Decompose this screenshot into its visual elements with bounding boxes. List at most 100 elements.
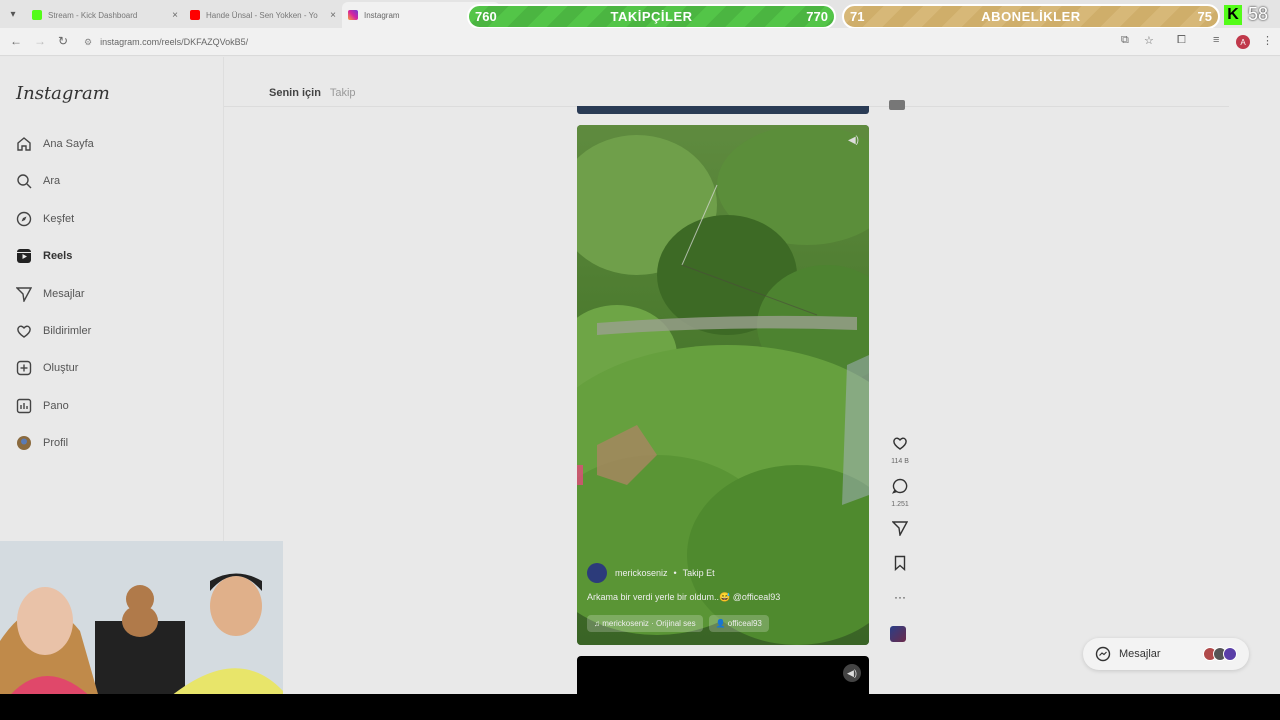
comment-icon [891,478,908,494]
previous-reel[interactable] [577,106,869,114]
sidebar-item-dashboard[interactable]: Pano [16,396,69,416]
reels-icon [16,248,32,264]
webcam-feed-image [0,541,283,701]
taskbar-strip [0,694,1280,720]
plus-icon [16,360,32,376]
followers-label: TAKİPÇİLER [610,9,693,24]
comment-button[interactable]: 1.251 [888,478,912,508]
tab-kick-dashboard[interactable]: Stream - Kick Dashboard × [26,2,184,28]
subscribers-label: ABONELİKLER [981,9,1081,24]
tab-youtube[interactable]: Hande Ünsal - Sen Yokken - Yo × [184,2,342,28]
screen: ▾ Stream - Kick Dashboard × Hande Ünsal … [0,0,1280,720]
site-info-icon[interactable]: ⚙ [84,37,92,48]
tab-title: Hande Ünsal - Sen Yokken - Yo [206,10,318,20]
url-field[interactable]: ⚙ instagram.com/reels/DKFAZQVokB5/ [84,33,1108,51]
sidebar-item-label: Pano [43,400,69,412]
reading-list-icon[interactable]: ≡ [1213,34,1219,46]
subscribers-goal-bar: 71 ABONELİKLER 75 [842,4,1220,29]
sidebar-item-messages[interactable]: Mesajlar [16,284,85,304]
sidebar-item-label: Ana Sayfa [43,138,94,150]
reel-meta: ♫ merickoseniz · Orijinal ses 👤 officeal… [587,615,769,632]
messages-button[interactable]: Mesajlar [1083,638,1249,670]
sidebar-item-label: Ara [43,175,61,187]
more-icon: ··· [894,590,906,604]
reel-video[interactable]: ◀︎) merickoseniz • Takip Et Arkama bir v… [577,125,869,645]
forward-icon[interactable]: → [34,34,46,48]
mute-icon[interactable]: ◀) [843,664,861,682]
youtube-favicon-icon [190,10,200,20]
followers-goal-bar: 760 TAKİPÇİLER 770 [467,4,836,29]
comment-count: 1.251 [891,501,909,508]
address-bar: ← → ↻ ⚙ instagram.com/reels/DKFAZQVokB5/… [0,28,1280,56]
sidebar-item-profile[interactable]: Profil [16,433,68,453]
tagged-user-pill[interactable]: 👤 officeal93 [708,615,769,632]
reel-caption: Arkama bir verdi yerle bir oldum..😅 @off… [587,592,781,602]
extensions-icon[interactable]: ⧠ [1177,34,1186,47]
sidebar-item-label: Profil [43,437,69,449]
audio-thumbnail-icon[interactable] [890,626,906,642]
sidebar-item-label: Keşfet [43,213,75,225]
send-icon [16,286,32,302]
sidebar-item-create[interactable]: Oluştur [16,358,78,378]
send-icon [891,521,909,538]
back-icon[interactable]: ← [10,34,22,48]
profile-avatar[interactable]: A [1236,35,1250,49]
home-icon [16,136,32,152]
next-reel[interactable]: ◀) [577,656,869,694]
separator-dot: • [673,568,677,578]
follow-button[interactable]: Takip Et [683,568,715,578]
tab-close-icon[interactable]: × [172,10,178,21]
tagged-user-label: officeal93 [727,619,762,628]
mute-icon[interactable]: ◀︎) [848,135,859,146]
messages-label: Mesajlar [1119,648,1161,660]
reload-icon[interactable]: ↻ [58,34,68,48]
bookmark-star-icon[interactable]: ☆ [1144,34,1154,47]
tab-close-icon[interactable]: × [330,10,336,21]
profile-icon [16,435,32,451]
dashboard-icon [16,398,32,414]
sidebar-item-search[interactable]: Ara [16,171,60,191]
share-button[interactable] [888,520,912,541]
sidebar-item-label: Oluştur [43,362,79,374]
reel-author: merickoseniz • Takip Et [587,563,715,583]
bookmark-icon [894,555,906,572]
audio-label: merickoseniz · Orijinal ses [602,619,696,628]
sidebar-item-label: Mesajlar [43,288,85,300]
menu-icon[interactable]: ⋮ [1262,34,1273,47]
instagram-favicon-icon [348,10,358,20]
more-options-button[interactable]: ··· [888,590,912,604]
kick-logo-icon: K [1224,5,1242,25]
messenger-icon [1095,646,1111,662]
viewer-count: 58 [1248,4,1269,24]
instagram-logo[interactable]: Instagram [16,83,110,104]
compass-icon [16,211,32,227]
search-icon [16,173,32,189]
message-avatar [1223,647,1237,661]
tab-following[interactable]: Takip [330,87,356,99]
heart-icon [893,437,907,450]
subscribers-target: 75 [1197,9,1212,24]
tab-for-you[interactable]: Senin için [269,87,321,99]
sidebar-item-notifications[interactable]: Bildirimler [16,321,91,341]
author-username[interactable]: merickoseniz [615,568,668,578]
url-text: instagram.com/reels/DKFAZQVokB5/ [100,37,249,47]
sidebar-item-label: Bildirimler [43,325,92,337]
kick-favicon-icon [32,10,42,20]
tab-search-chevron-icon[interactable]: ▾ [0,0,26,28]
save-button[interactable] [888,555,912,576]
author-avatar[interactable] [587,563,607,583]
sidebar-item-home[interactable]: Ana Sayfa [16,134,94,154]
sidebar-item-reels[interactable]: Reels [16,246,72,266]
followers-start: 760 [475,9,497,24]
subscribers-start: 71 [850,9,865,24]
sidebar-item-label: Reels [43,250,73,262]
sidebar-item-explore[interactable]: Keşfet [16,209,74,229]
tab-title: Stream - Kick Dashboard [48,10,138,20]
install-app-icon[interactable]: ⧉ [1121,34,1129,47]
like-count: 114 B [891,458,909,465]
audio-pill[interactable]: ♫ merickoseniz · Orijinal ses [587,615,703,632]
previous-audio-thumb-icon[interactable] [889,100,905,110]
webcam-overlay [0,541,283,701]
heart-icon [16,323,32,339]
like-button[interactable]: 114 B [888,435,912,465]
